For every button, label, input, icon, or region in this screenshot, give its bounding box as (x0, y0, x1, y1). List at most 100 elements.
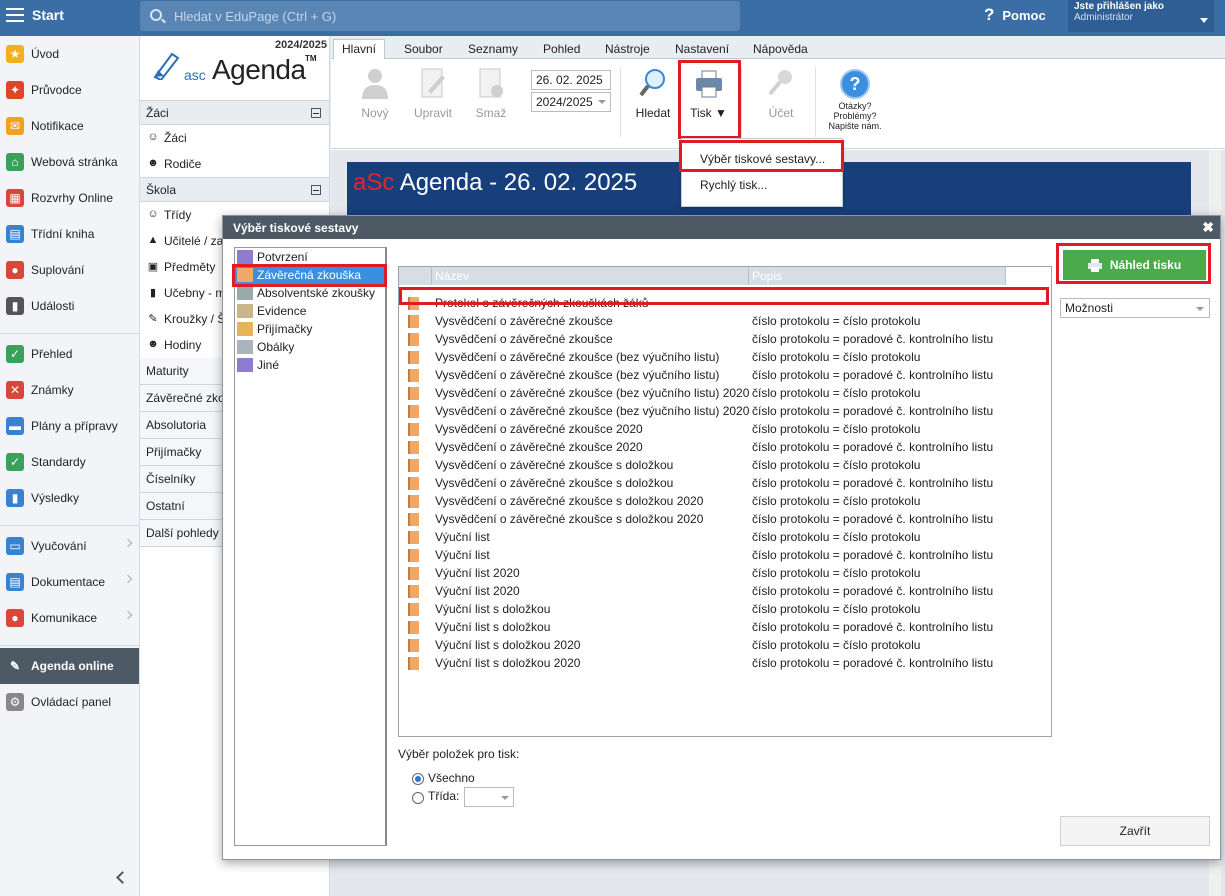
table-row[interactable]: Vysvědčení o závěrečné zkoušce 2020 číslo… (399, 420, 1051, 438)
start-label[interactable]: Start (32, 7, 64, 23)
nav-item-komunikace[interactable]: ● Komunikace (0, 600, 139, 636)
nav-item-vysledky[interactable]: ▮ Výsledky (0, 480, 139, 516)
table-row[interactable]: Výuční list číslo protokolu = číslo proto… (399, 528, 1051, 546)
close-icon[interactable]: ✖ (1202, 219, 1214, 236)
section-zaci[interactable]: Žáci (140, 100, 329, 125)
nav-item-uvod[interactable]: ★ Úvod (0, 36, 139, 72)
search-button[interactable]: Hledat (628, 67, 678, 120)
nav-item-label: Přehled (31, 347, 73, 361)
options-select[interactable]: Možnosti (1060, 298, 1210, 318)
radio-class[interactable] (412, 792, 424, 804)
class-select[interactable] (464, 787, 514, 807)
tab-hlavni[interactable]: Hlavní (333, 39, 386, 60)
table-row[interactable]: Výuční list číslo protokolu = poradové č.… (399, 546, 1051, 564)
nav-item-udalosti[interactable]: ▮ Události (0, 288, 139, 324)
nav-item-pruvodce[interactable]: ✦ Průvodce (0, 72, 139, 108)
tab-napoveda[interactable]: Nápověda (753, 39, 808, 59)
report-description: číslo protokolu = číslo protokolu (752, 530, 921, 544)
selection-label: Výběr položek pro tisk: (398, 747, 520, 761)
help-questions-button[interactable]: ? Otázky? Problémy? Napište nám. (825, 69, 885, 131)
table-row[interactable]: Vysvědčení o závěrečné zkoušce 2020 číslo… (399, 438, 1051, 456)
chevron-right-icon (123, 538, 133, 548)
table-row[interactable]: Vysvědčení o závěrečné zkoušce (bez výuč… (399, 348, 1051, 366)
table-row[interactable]: Výuční list s doložkou 2020 číslo protoko… (399, 636, 1051, 654)
report-book-icon (408, 513, 419, 526)
report-description: číslo protokolu = poradové č. kontrolníh… (752, 476, 994, 490)
nav-item-notifikace[interactable]: ✉ Notifikace (0, 108, 139, 144)
new-button[interactable]: Nový (350, 67, 400, 120)
delete-button[interactable]: Smaž (466, 67, 516, 120)
ribbon-divider (815, 67, 816, 137)
table-row[interactable]: Vysvědčení o závěrečné zkoušce s doložko… (399, 456, 1051, 474)
table-row[interactable]: Vysvědčení o závěrečné zkoušce s doložko… (399, 492, 1051, 510)
panel-item-zaci[interactable]: ☺ Žáci (140, 125, 329, 151)
report-name: Výuční list s doložkou (435, 620, 551, 634)
nav-item-suplovani[interactable]: ● Suplování (0, 252, 139, 288)
tab-seznamy[interactable]: Seznamy (468, 39, 518, 59)
collapse-icon[interactable] (311, 185, 321, 195)
nav-item-tridni-kniha[interactable]: ▤ Třídní kniha (0, 216, 139, 252)
nav-item-label: Vyučování (31, 539, 87, 553)
category-prijimacky[interactable]: Přijímačky (235, 320, 385, 338)
category-evidence[interactable]: Evidence (235, 302, 385, 320)
table-row[interactable]: Výuční list 2020 číslo protokolu = porado… (399, 582, 1051, 600)
collapse-icon[interactable] (311, 108, 321, 118)
radio-all[interactable] (412, 773, 424, 785)
report-name: Vysvědčení o závěrečné zkoušce 2020 (435, 422, 643, 436)
shield-icon: ✓ (6, 453, 24, 471)
quick-print-item[interactable]: Rychlý tisk... (700, 178, 767, 192)
table-row[interactable]: Vysvědčení o závěrečné zkoušce (bez výuč… (399, 402, 1051, 420)
table-row[interactable]: Vysvědčení o závěrečné zkoušce (bez výuč… (399, 384, 1051, 402)
nav-item-label: Standardy (31, 455, 86, 469)
year-select[interactable]: 2024/2025 (531, 92, 611, 112)
nav-item-webova-stranka[interactable]: ⌂ Webová stránka (0, 144, 139, 180)
tab-nastaveni[interactable]: Nastavení (675, 39, 729, 59)
nav-item-ovladaci-panel[interactable]: ⚙ Ovládací panel (0, 684, 139, 720)
table-row[interactable]: Vysvědčení o závěrečné zkoušce číslo prot… (399, 330, 1051, 348)
account-button[interactable]: Účet (756, 67, 806, 120)
diploma-icon (237, 286, 253, 300)
nav-item-label: Agenda online (31, 659, 114, 673)
nav-item-znamky[interactable]: ✕ Známky (0, 372, 139, 408)
table-row[interactable]: Výuční list s doložkou číslo protokolu = … (399, 600, 1051, 618)
nav-item-prehled[interactable]: ✓ Přehled (0, 336, 139, 372)
nav-item-label: Notifikace (31, 119, 84, 133)
user-menu[interactable]: Jste přihlášen jako Administrátor (1068, 0, 1214, 32)
nav-item-dokumentace[interactable]: ▤ Dokumentace (0, 564, 139, 600)
section-skola[interactable]: Škola (140, 177, 329, 202)
search-input[interactable] (174, 6, 724, 26)
report-book-icon (408, 567, 419, 580)
category-obalky[interactable]: Obálky (235, 338, 385, 356)
table-row[interactable]: Výuční list s doložkou číslo protokolu = … (399, 618, 1051, 636)
nav-item-standardy[interactable]: ✓ Standardy (0, 444, 139, 480)
tab-pohled[interactable]: Pohled (543, 39, 580, 59)
nav-item-agenda-online[interactable]: ✎ Agenda online (0, 648, 139, 684)
problems-label: Problémy? (833, 111, 877, 121)
tab-soubor[interactable]: Soubor (404, 39, 443, 59)
report-book-icon (408, 315, 419, 328)
panel-item-rodice[interactable]: ☻ Rodiče (140, 151, 329, 177)
ribbon-divider (741, 67, 742, 137)
nav-item-plany-a-pripravy[interactable]: ▬ Plány a přípravy (0, 408, 139, 444)
edit-button[interactable]: Upravit (408, 67, 458, 120)
nav-item-vyucovani[interactable]: ▭ Vyučování (0, 528, 139, 564)
menu-icon[interactable] (6, 8, 24, 22)
table-row[interactable]: Vysvědčení o závěrečné zkoušce s doložko… (399, 474, 1051, 492)
magnifier-icon (639, 69, 665, 97)
nav-item-label: Známky (31, 383, 74, 397)
help-button[interactable]: ? Pomoc (984, 5, 1046, 25)
table-row[interactable]: Vysvědčení o závěrečné zkoušce s doložko… (399, 510, 1051, 528)
category-jine[interactable]: Jiné (235, 356, 385, 374)
table-row[interactable]: Výuční list 2020 číslo protokolu = číslo … (399, 564, 1051, 582)
report-name: Vysvědčení o závěrečné zkoušce (bez výuč… (435, 368, 720, 382)
nav-item-rozvrhy-online[interactable]: ▦ Rozvrhy Online (0, 180, 139, 216)
tab-nastroje[interactable]: Nástroje (605, 39, 650, 59)
highlight-category (232, 264, 387, 287)
collapse-nav-icon[interactable] (116, 871, 129, 884)
search-box[interactable] (140, 1, 740, 31)
table-row[interactable]: Vysvědčení o závěrečné zkoušce (bez výuč… (399, 366, 1051, 384)
table-row[interactable]: Výuční list s doložkou 2020 číslo protoko… (399, 654, 1051, 672)
table-row[interactable]: Vysvědčení o závěrečné zkoušce číslo prot… (399, 312, 1051, 330)
close-button[interactable]: Zavřít (1060, 816, 1210, 846)
date-field[interactable]: 26. 02. 2025 (531, 70, 611, 90)
